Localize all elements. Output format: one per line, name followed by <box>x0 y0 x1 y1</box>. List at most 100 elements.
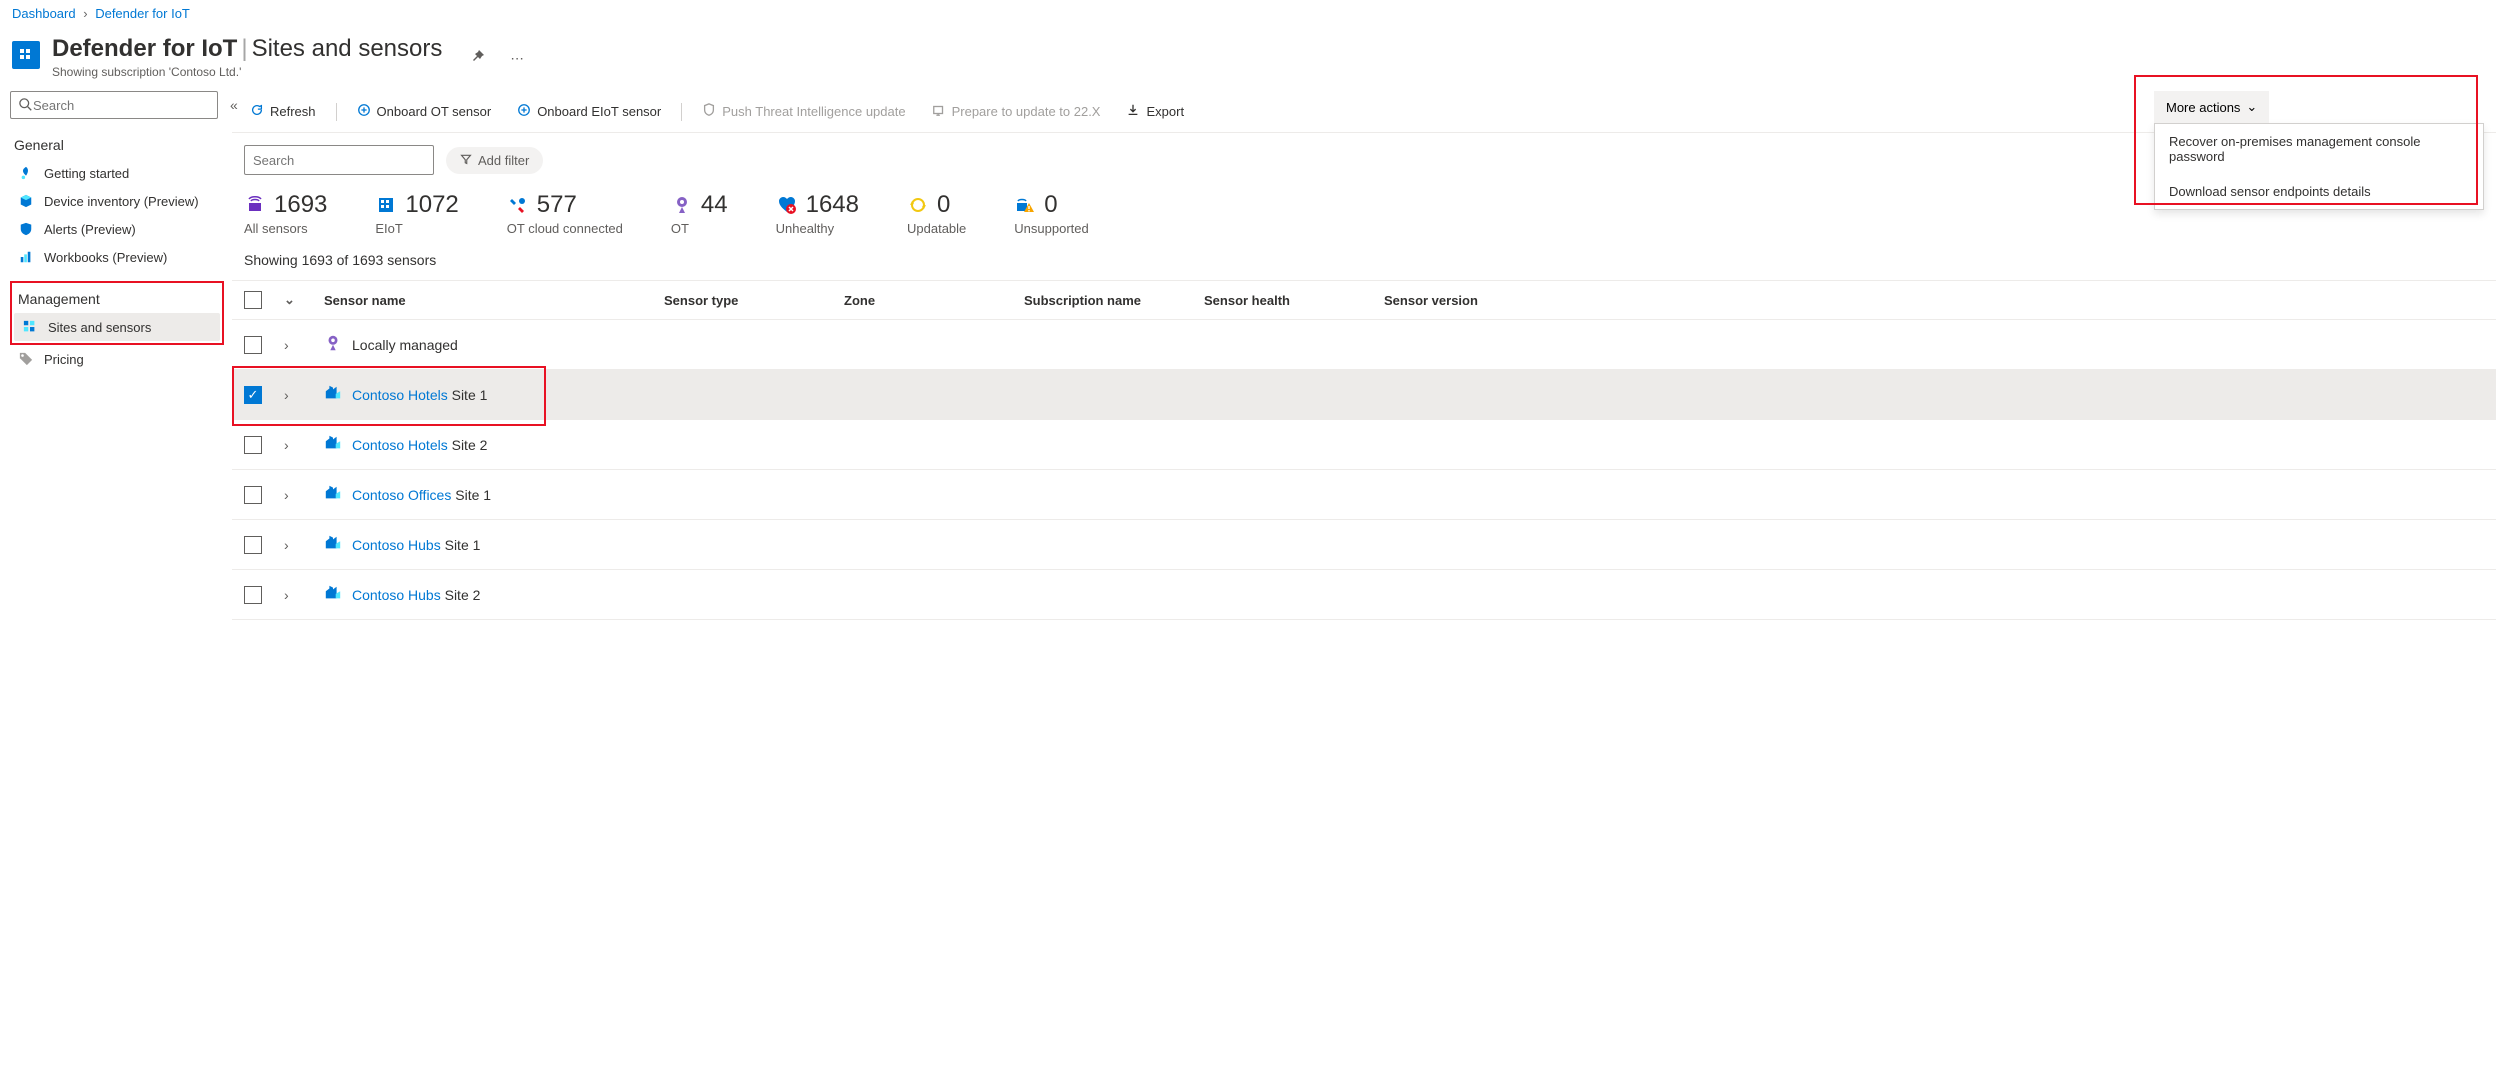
content-search-input[interactable] <box>253 153 429 168</box>
row-name[interactable]: Contoso Hubs <box>352 537 441 553</box>
row-checkbox[interactable] <box>244 436 262 454</box>
stat-label: OT <box>671 221 728 236</box>
row-checkbox[interactable] <box>244 536 262 554</box>
table-row[interactable]: › Contoso Offices Site 1 <box>232 470 2496 520</box>
col-header-name[interactable]: Sensor name <box>324 293 664 308</box>
menu-item-recover-password[interactable]: Recover on-premises management console p… <box>2155 124 2483 174</box>
menu-item-download-endpoints[interactable]: Download sensor endpoints details <box>2155 174 2483 209</box>
row-suffix: Site 1 <box>441 537 481 553</box>
table-row[interactable]: ›Contoso Hotels Site 1 <box>232 370 2496 420</box>
separator <box>336 103 337 121</box>
factory-icon <box>324 434 342 455</box>
stat-value: 1648 <box>806 191 859 219</box>
col-header-version[interactable]: Sensor version <box>1384 293 1564 308</box>
stat-unsupported[interactable]: 0 Unsupported <box>1014 191 1088 236</box>
select-all-checkbox[interactable] <box>244 291 262 309</box>
chevron-right-icon[interactable]: › <box>284 337 289 353</box>
warning-icon <box>1014 194 1036 216</box>
cycle-icon <box>907 194 929 216</box>
pin-icon <box>324 334 342 355</box>
sidebar-item-device-inventory[interactable]: Device inventory (Preview) <box>10 187 224 215</box>
row-checkbox[interactable] <box>244 386 262 404</box>
breadcrumb-dashboard[interactable]: Dashboard <box>12 6 76 21</box>
stat-ot[interactable]: 44 OT <box>671 191 728 236</box>
content-search[interactable] <box>244 145 434 175</box>
col-header-type[interactable]: Sensor type <box>664 293 844 308</box>
sidebar-item-label: Device inventory (Preview) <box>44 194 199 209</box>
title-main: Defender for IoT <box>52 35 237 62</box>
button-label: Push Threat Intelligence update <box>722 104 905 119</box>
prepare-update-button: Prepare to update to 22.X <box>926 99 1107 124</box>
factory-icon <box>324 534 342 555</box>
sidebar-item-label: Sites and sensors <box>48 320 151 335</box>
row-checkbox[interactable] <box>244 336 262 354</box>
table-body: › Locally managed › Contoso Hotels Site 1 › C… <box>232 320 2496 620</box>
pin-button[interactable] <box>466 45 490 72</box>
stat-label: Unhealthy <box>776 221 859 236</box>
sidebar-search[interactable] <box>10 91 218 119</box>
onboard-ot-button[interactable]: Onboard OT sensor <box>351 99 498 124</box>
more-button[interactable]: ⋯ <box>506 47 527 71</box>
stat-updatable[interactable]: 0 Updatable <box>907 191 966 236</box>
row-suffix: Site 1 <box>451 487 491 503</box>
table-row[interactable]: ›Contoso Hotels Site 2 <box>232 420 2496 470</box>
row-name[interactable]: Contoso Hotels <box>352 437 448 453</box>
sidebar: « General Getting started Device invento… <box>0 91 232 620</box>
sidebar-item-workbooks[interactable]: Workbooks (Preview) <box>10 243 224 271</box>
onboard-eiot-button[interactable]: Onboard EIoT sensor <box>511 99 667 124</box>
row-name: Locally managed <box>352 337 458 353</box>
chevron-down-icon[interactable]: ⌄ <box>284 292 295 307</box>
stat-value: 577 <box>537 191 577 219</box>
chevron-down-icon: ⌄ <box>2246 99 2257 115</box>
col-header-subscription[interactable]: Subscription name <box>1024 293 1204 308</box>
sidebar-item-alerts[interactable]: Alerts (Preview) <box>10 215 224 243</box>
row-name[interactable]: Contoso Hubs <box>352 587 441 603</box>
sidebar-search-input[interactable] <box>33 98 209 113</box>
download-icon <box>1126 103 1140 120</box>
stat-value: 1072 <box>405 191 458 219</box>
more-actions-button[interactable]: More actions ⌄ <box>2154 91 2269 123</box>
chart-icon <box>18 249 34 265</box>
export-button[interactable]: Export <box>1120 99 1190 124</box>
stat-all-sensors[interactable]: 1693 All sensors <box>244 191 327 236</box>
row-checkbox[interactable] <box>244 486 262 504</box>
defender-icon <box>12 41 40 69</box>
stat-unhealthy[interactable]: 1648 Unhealthy <box>776 191 859 236</box>
stat-label: OT cloud connected <box>507 221 623 236</box>
chevron-right-icon[interactable]: › <box>284 587 289 603</box>
table-row[interactable]: › Contoso Hubs Site 1 <box>232 520 2496 570</box>
sidebar-item-pricing[interactable]: Pricing <box>10 345 224 373</box>
sidebar-item-getting-started[interactable]: Getting started <box>10 159 224 187</box>
add-filter-button[interactable]: Add filter <box>446 147 543 174</box>
chevron-right-icon[interactable]: › <box>284 537 289 553</box>
factory-icon <box>324 584 342 605</box>
table-row[interactable]: › Locally managed <box>232 320 2496 370</box>
shield-icon <box>18 221 34 237</box>
sidebar-item-label: Alerts (Preview) <box>44 222 136 237</box>
button-label: Export <box>1146 104 1184 119</box>
search-icon <box>19 98 33 112</box>
stat-eiot[interactable]: 1072 EIoT <box>375 191 458 236</box>
page-header: Defender for IoT|Sites and sensors Showi… <box>0 27 2496 91</box>
nav-group-general: General <box>10 131 224 159</box>
row-name[interactable]: Contoso Hotels <box>352 387 448 403</box>
refresh-icon <box>250 103 264 120</box>
row-checkbox[interactable] <box>244 586 262 604</box>
pin-icon <box>671 194 693 216</box>
col-header-zone[interactable]: Zone <box>844 293 1024 308</box>
chevron-right-icon[interactable]: › <box>284 437 289 453</box>
chevron-right-icon[interactable]: › <box>284 387 289 403</box>
table-row[interactable]: ›Contoso Hubs Site 2 <box>232 570 2496 620</box>
stat-value: 0 <box>937 191 950 219</box>
sidebar-item-sites-sensors[interactable]: Sites and sensors <box>14 313 220 341</box>
filter-icon <box>460 153 472 168</box>
refresh-button[interactable]: Refresh <box>244 99 322 124</box>
breadcrumb-defender[interactable]: Defender for IoT <box>95 6 190 21</box>
stat-ot-cloud[interactable]: 577 OT cloud connected <box>507 191 623 236</box>
chevron-right-icon: › <box>83 6 87 21</box>
col-header-health[interactable]: Sensor health <box>1204 293 1384 308</box>
chevron-right-icon[interactable]: › <box>284 487 289 503</box>
ellipsis-icon: ⋯ <box>510 51 523 66</box>
row-name[interactable]: Contoso Offices <box>352 487 451 503</box>
sidebar-item-label: Pricing <box>44 352 84 367</box>
